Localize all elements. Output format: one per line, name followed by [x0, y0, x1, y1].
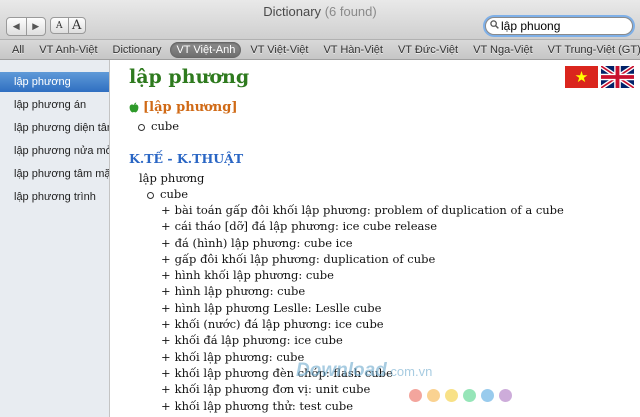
entry-label-text: [lập phương]	[143, 100, 238, 115]
phrase-text: khối đá lập phương: ice cube	[174, 333, 343, 348]
dictionary-tabs: All VT Anh-Việt Dictionary VT Việt-Anh VT Vi…	[0, 40, 640, 60]
sidebar-item[interactable]: lập phương trình	[0, 187, 109, 207]
entry-label: [lập phương]	[129, 100, 238, 115]
phrase-item: + gấp đôi khối lập phương: duplication of…	[129, 251, 629, 267]
section-heading: K.TẾ - K.THUẬT	[129, 151, 244, 166]
plus-bullet-icon: +	[161, 235, 171, 250]
plus-bullet-icon: +	[161, 382, 171, 397]
watermark-dot	[427, 389, 440, 402]
tab-item[interactable]: All	[6, 42, 30, 58]
plus-bullet-icon: +	[161, 284, 171, 299]
entry-word: lập phương	[139, 171, 205, 185]
back-button[interactable]: ◀	[7, 18, 26, 35]
phrase-text: hình khối lập phương: cube	[174, 268, 334, 283]
phrase-item: + đá (hình) lập phương: cube ice	[129, 235, 629, 251]
phrase-item: + khối (nước) đá lập phương: ice cube	[129, 316, 629, 332]
phrase-item: + khối lập phương thử: test cube	[129, 398, 629, 414]
tab-item[interactable]: VT Anh-Việt	[33, 42, 103, 58]
tab-item[interactable]: VT Trung-Việt (GT)	[542, 42, 640, 58]
phrase-item: + khối lập phương đơn vị: unit cube	[129, 381, 629, 397]
window-title-text: Dictionary	[263, 4, 322, 19]
phrase-text: khối lập phương: cube	[174, 349, 305, 364]
headword: lập phương	[129, 66, 250, 88]
magnifier-icon	[490, 20, 499, 29]
sense-item: cube	[129, 119, 238, 133]
phrase-text: hình lập phương Leslle: Leslle cube	[174, 300, 382, 315]
phrase-text: khối (nước) đá lập phương: ice cube	[174, 317, 384, 332]
watermark-dot	[481, 389, 494, 402]
plus-bullet-icon: +	[161, 268, 171, 283]
font-size-buttons: A A	[50, 17, 86, 34]
phrase-item: + bài toán gấp đôi khối lập phương: probl…	[129, 202, 629, 218]
watermark-text: Download	[296, 360, 387, 381]
result-count: (6 found)	[324, 4, 377, 19]
phrase-list: + bài toán gấp đôi khối lập phương: probl…	[129, 202, 629, 414]
tab-item[interactable]: Dictionary	[107, 42, 168, 58]
decrease-font-button[interactable]: A	[51, 18, 68, 33]
plus-bullet-icon: +	[161, 349, 171, 364]
back-arrow-icon: ◀	[12, 21, 20, 31]
tab-item[interactable]: VT Hàn-Việt	[317, 42, 389, 58]
watermark: Download.com.vn	[296, 360, 432, 382]
phrase-item: + hình lập phương Leslle: Leslle cube	[129, 300, 629, 316]
plus-bullet-icon: +	[161, 251, 171, 266]
sense-text: cube	[151, 119, 180, 133]
sense-text: cube	[160, 187, 189, 201]
tab-item[interactable]: VT Việt-Anh	[170, 41, 242, 58]
watermark-dot	[463, 389, 476, 402]
watermark-dot	[445, 389, 458, 402]
phrase-text: bài toán gấp đôi khối lập phương: proble…	[174, 203, 564, 217]
phrase-text: khối lập phương thử: test cube	[174, 398, 354, 413]
phrase-item: + hình lập phương: cube	[129, 283, 629, 299]
search-field[interactable]	[485, 17, 633, 35]
watermark-dot	[499, 389, 512, 402]
phrase-text: khối lập phương đơn vị: unit cube	[174, 382, 371, 397]
sidebar-item[interactable]: lập phương	[0, 72, 109, 92]
circle-bullet-icon	[147, 191, 154, 199]
plus-bullet-icon: +	[161, 203, 171, 217]
sidebar-item[interactable]: lập phương diện tâm	[0, 118, 109, 138]
plus-bullet-icon: +	[161, 398, 171, 413]
watermark-domain: .com.vn	[386, 364, 433, 379]
phrase-text: cái tháo [dỡ] đá lập phương: ice cube re…	[174, 219, 438, 234]
search-input[interactable]	[501, 19, 627, 33]
sidebar-item[interactable]: lập phương án	[0, 95, 109, 115]
watermark-dots	[409, 389, 517, 402]
plus-bullet-icon: +	[161, 333, 171, 348]
phrase-item: + cái tháo [dỡ] đá lập phương: ice cube r…	[129, 218, 629, 234]
watermark-dot	[409, 389, 422, 402]
phrase-text: đá (hình) lập phương: cube ice	[174, 235, 353, 250]
forward-button[interactable]: ▶	[25, 18, 46, 35]
phrase-item: + khối đá lập phương: ice cube	[129, 332, 629, 348]
tab-item[interactable]: VT Đức-Việt	[392, 42, 464, 58]
primary-definition: [lập phương] cube	[129, 100, 238, 133]
plus-bullet-icon: +	[161, 317, 171, 332]
plus-bullet-icon: +	[161, 300, 171, 315]
tab-item[interactable]: VT Nga-Việt	[467, 42, 539, 58]
phrase-item: + hình khối lập phương: cube	[129, 267, 629, 283]
vietnam-flag-icon[interactable]	[565, 66, 598, 88]
phrase-text: hình lập phương: cube	[174, 284, 306, 299]
results-sidebar: lập phương lập phương án lập phương diện t…	[0, 60, 110, 417]
uk-flag-icon[interactable]	[601, 66, 634, 88]
increase-font-button[interactable]: A	[67, 18, 86, 33]
circle-bullet-icon	[138, 123, 145, 131]
navigation-buttons: ◀ ▶	[6, 17, 46, 36]
sense-item: cube	[129, 187, 629, 201]
apple-icon	[129, 102, 139, 113]
title-bar: Dictionary (6 found) ◀ ▶ A A	[0, 0, 640, 40]
plus-bullet-icon: +	[161, 219, 171, 234]
plus-bullet-icon: +	[161, 365, 171, 380]
sidebar-item[interactable]: lập phương tâm mặt	[0, 164, 109, 184]
tab-item[interactable]: VT Việt-Việt	[244, 42, 314, 58]
sidebar-item[interactable]: lập phương nửa mở	[0, 141, 109, 161]
forward-arrow-icon: ▶	[32, 21, 40, 31]
phrase-text: gấp đôi khối lập phương: duplication of …	[174, 251, 436, 266]
